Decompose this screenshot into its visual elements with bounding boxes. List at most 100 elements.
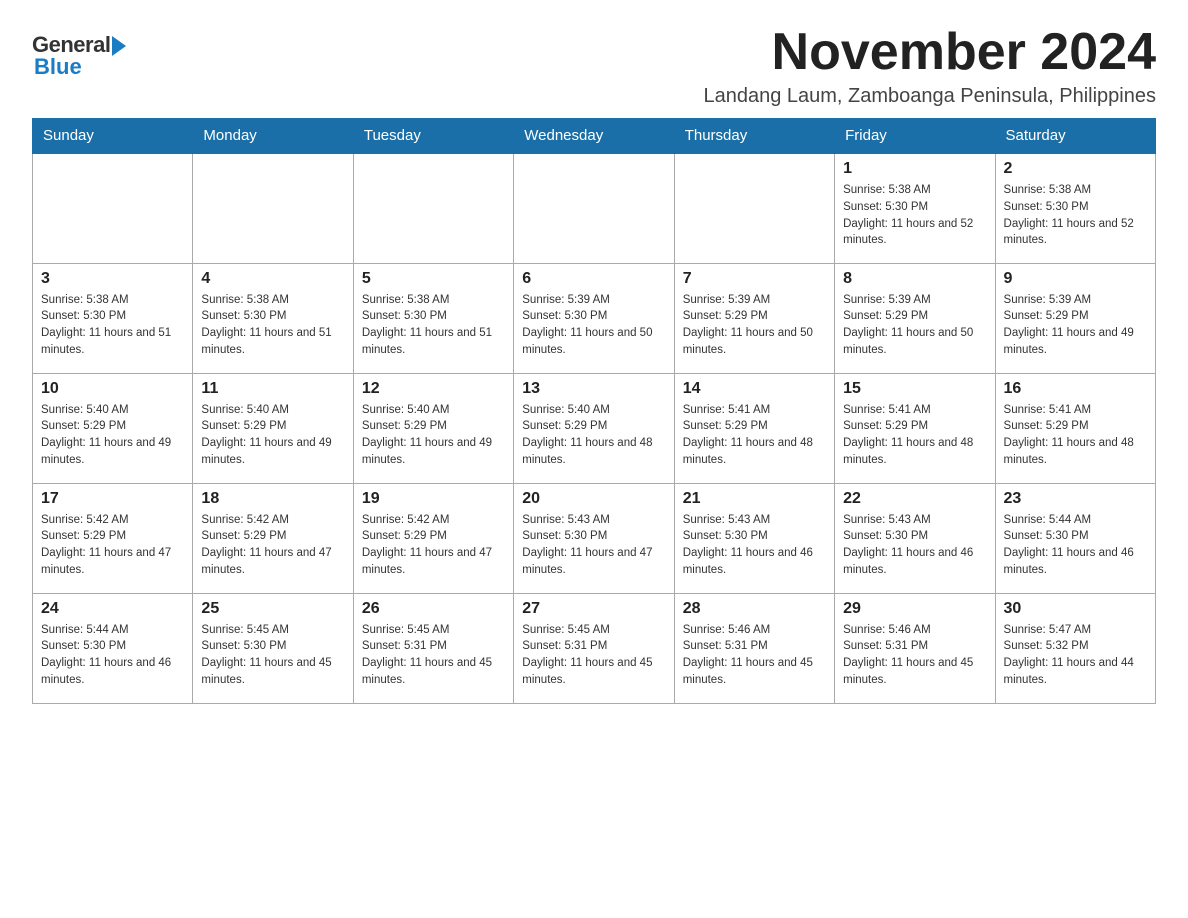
day-number: 23 (1004, 490, 1147, 508)
day-number: 5 (362, 270, 505, 288)
day-info: Sunrise: 5:40 AMSunset: 5:29 PMDaylight:… (201, 402, 344, 469)
calendar-cell: 19 Sunrise: 5:42 AMSunset: 5:29 PMDayligh… (353, 483, 513, 593)
day-info: Sunrise: 5:43 AMSunset: 5:30 PMDaylight:… (843, 512, 986, 579)
day-info: Sunrise: 5:42 AMSunset: 5:29 PMDaylight:… (362, 512, 505, 579)
day-number: 6 (522, 270, 665, 288)
logo-blue-text: Blue (34, 54, 82, 80)
calendar-cell: 13 Sunrise: 5:40 AMSunset: 5:29 PMDayligh… (514, 373, 674, 483)
day-number: 27 (522, 600, 665, 618)
calendar-cell: 7 Sunrise: 5:39 AMSunset: 5:29 PMDaylight… (674, 263, 834, 373)
day-info: Sunrise: 5:38 AMSunset: 5:30 PMDaylight:… (201, 292, 344, 359)
day-number: 18 (201, 490, 344, 508)
day-number: 30 (1004, 600, 1147, 618)
day-info: Sunrise: 5:45 AMSunset: 5:31 PMDaylight:… (522, 622, 665, 689)
calendar-cell: 28 Sunrise: 5:46 AMSunset: 5:31 PMDayligh… (674, 593, 834, 703)
day-of-week-header: Sunday (33, 119, 193, 154)
day-number: 1 (843, 160, 986, 178)
day-number: 16 (1004, 380, 1147, 398)
day-info: Sunrise: 5:38 AMSunset: 5:30 PMDaylight:… (362, 292, 505, 359)
day-info: Sunrise: 5:41 AMSunset: 5:29 PMDaylight:… (843, 402, 986, 469)
calendar-cell: 10 Sunrise: 5:40 AMSunset: 5:29 PMDayligh… (33, 373, 193, 483)
day-of-week-header: Tuesday (353, 119, 513, 154)
calendar-cell: 5 Sunrise: 5:38 AMSunset: 5:30 PMDaylight… (353, 263, 513, 373)
calendar-table: SundayMondayTuesdayWednesdayThursdayFrid… (32, 118, 1156, 704)
day-info: Sunrise: 5:43 AMSunset: 5:30 PMDaylight:… (522, 512, 665, 579)
day-number: 10 (41, 380, 184, 398)
day-info: Sunrise: 5:40 AMSunset: 5:29 PMDaylight:… (362, 402, 505, 469)
calendar-cell: 1 Sunrise: 5:38 AMSunset: 5:30 PMDaylight… (835, 153, 995, 263)
header-area: General Blue November 2024 Landang Laum,… (32, 24, 1156, 108)
calendar-cell: 21Sunrise: 5:43 AMSunset: 5:30 PMDayligh… (674, 483, 834, 593)
day-info: Sunrise: 5:41 AMSunset: 5:29 PMDaylight:… (683, 402, 826, 469)
calendar-cell: 2 Sunrise: 5:38 AMSunset: 5:30 PMDaylight… (995, 153, 1155, 263)
day-number: 17 (41, 490, 184, 508)
day-info: Sunrise: 5:44 AMSunset: 5:30 PMDaylight:… (41, 622, 184, 689)
day-info: Sunrise: 5:46 AMSunset: 5:31 PMDaylight:… (843, 622, 986, 689)
location-subtitle: Landang Laum, Zamboanga Peninsula, Phili… (703, 85, 1156, 108)
day-number: 8 (843, 270, 986, 288)
calendar-cell: 25 Sunrise: 5:45 AMSunset: 5:30 PMDayligh… (193, 593, 353, 703)
day-number: 24 (41, 600, 184, 618)
day-number: 15 (843, 380, 986, 398)
calendar-cell (514, 153, 674, 263)
calendar-cell: 9 Sunrise: 5:39 AMSunset: 5:29 PMDaylight… (995, 263, 1155, 373)
day-of-week-header: Monday (193, 119, 353, 154)
day-of-week-header: Thursday (674, 119, 834, 154)
day-number: 12 (362, 380, 505, 398)
day-number: 20 (522, 490, 665, 508)
day-number: 28 (683, 600, 826, 618)
day-number: 21 (683, 490, 826, 508)
day-number: 9 (1004, 270, 1147, 288)
day-info: Sunrise: 5:40 AMSunset: 5:29 PMDaylight:… (522, 402, 665, 469)
day-of-week-header: Wednesday (514, 119, 674, 154)
day-number: 4 (201, 270, 344, 288)
day-number: 3 (41, 270, 184, 288)
day-info: Sunrise: 5:47 AMSunset: 5:32 PMDaylight:… (1004, 622, 1147, 689)
calendar-cell: 30 Sunrise: 5:47 AMSunset: 5:32 PMDayligh… (995, 593, 1155, 703)
calendar-cell: 22Sunrise: 5:43 AMSunset: 5:30 PMDayligh… (835, 483, 995, 593)
calendar-cell: 4 Sunrise: 5:38 AMSunset: 5:30 PMDaylight… (193, 263, 353, 373)
day-info: Sunrise: 5:39 AMSunset: 5:29 PMDaylight:… (683, 292, 826, 359)
day-info: Sunrise: 5:46 AMSunset: 5:31 PMDaylight:… (683, 622, 826, 689)
day-number: 25 (201, 600, 344, 618)
day-number: 2 (1004, 160, 1147, 178)
day-of-week-header: Friday (835, 119, 995, 154)
day-info: Sunrise: 5:45 AMSunset: 5:30 PMDaylight:… (201, 622, 344, 689)
calendar-cell (674, 153, 834, 263)
calendar-cell: 20 Sunrise: 5:43 AMSunset: 5:30 PMDayligh… (514, 483, 674, 593)
day-info: Sunrise: 5:39 AMSunset: 5:30 PMDaylight:… (522, 292, 665, 359)
logo-arrow-icon (112, 36, 126, 56)
calendar-cell (193, 153, 353, 263)
day-info: Sunrise: 5:44 AMSunset: 5:30 PMDaylight:… (1004, 512, 1147, 579)
day-number: 11 (201, 380, 344, 398)
calendar-cell: 14 Sunrise: 5:41 AMSunset: 5:29 PMDayligh… (674, 373, 834, 483)
day-number: 26 (362, 600, 505, 618)
day-info: Sunrise: 5:38 AMSunset: 5:30 PMDaylight:… (1004, 182, 1147, 249)
title-area: November 2024 Landang Laum, Zamboanga Pe… (703, 24, 1156, 108)
day-info: Sunrise: 5:42 AMSunset: 5:29 PMDaylight:… (201, 512, 344, 579)
day-info: Sunrise: 5:39 AMSunset: 5:29 PMDaylight:… (1004, 292, 1147, 359)
day-number: 19 (362, 490, 505, 508)
month-year-title: November 2024 (703, 24, 1156, 81)
calendar-cell: 16 Sunrise: 5:41 AMSunset: 5:29 PMDayligh… (995, 373, 1155, 483)
calendar-cell (33, 153, 193, 263)
day-info: Sunrise: 5:39 AMSunset: 5:29 PMDaylight:… (843, 292, 986, 359)
calendar-cell: 12 Sunrise: 5:40 AMSunset: 5:29 PMDayligh… (353, 373, 513, 483)
day-number: 29 (843, 600, 986, 618)
calendar-cell (353, 153, 513, 263)
calendar-cell: 18 Sunrise: 5:42 AMSunset: 5:29 PMDayligh… (193, 483, 353, 593)
day-info: Sunrise: 5:41 AMSunset: 5:29 PMDaylight:… (1004, 402, 1147, 469)
calendar-cell: 15 Sunrise: 5:41 AMSunset: 5:29 PMDayligh… (835, 373, 995, 483)
calendar-cell: 17Sunrise: 5:42 AMSunset: 5:29 PMDayligh… (33, 483, 193, 593)
day-info: Sunrise: 5:40 AMSunset: 5:29 PMDaylight:… (41, 402, 184, 469)
day-number: 13 (522, 380, 665, 398)
calendar-cell: 24 Sunrise: 5:44 AMSunset: 5:30 PMDayligh… (33, 593, 193, 703)
day-of-week-header: Saturday (995, 119, 1155, 154)
day-number: 7 (683, 270, 826, 288)
calendar-cell: 8 Sunrise: 5:39 AMSunset: 5:29 PMDaylight… (835, 263, 995, 373)
calendar-cell: 11 Sunrise: 5:40 AMSunset: 5:29 PMDayligh… (193, 373, 353, 483)
calendar-cell: 26Sunrise: 5:45 AMSunset: 5:31 PMDayligh… (353, 593, 513, 703)
day-number: 14 (683, 380, 826, 398)
day-info: Sunrise: 5:38 AMSunset: 5:30 PMDaylight:… (843, 182, 986, 249)
calendar-cell: 29 Sunrise: 5:46 AMSunset: 5:31 PMDayligh… (835, 593, 995, 703)
